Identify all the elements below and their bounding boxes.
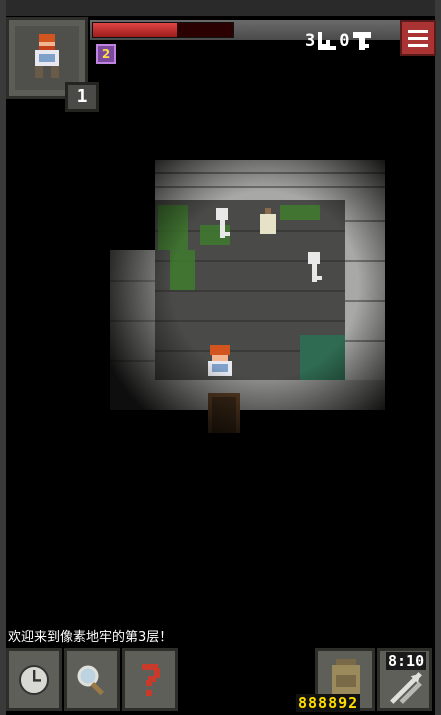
- top-frame: [0, 0, 441, 16]
- key-icon: [352, 32, 371, 50]
- hero-level-badge: 1: [65, 82, 99, 112]
- depth-value: 3: [305, 31, 316, 51]
- action-toolbar: [6, 648, 178, 711]
- dungeon-view[interactable]: [100, 150, 400, 450]
- depth-and-keys: 3 0: [305, 30, 371, 52]
- hp-bar-fill: [93, 23, 177, 37]
- left-frame: [0, 0, 6, 715]
- magnifier-icon: [77, 665, 104, 695]
- gold-counter: 888892: [296, 694, 361, 712]
- search-button[interactable]: [64, 648, 120, 711]
- wait-button[interactable]: [6, 648, 62, 711]
- stairs-icon: [318, 32, 337, 50]
- info-button[interactable]: [122, 648, 178, 711]
- hamburger-icon: [408, 29, 428, 33]
- buff-icon[interactable]: 2: [96, 44, 116, 64]
- keys-value: 0: [339, 31, 350, 51]
- hp-bar: [92, 22, 234, 38]
- quickslot-count: 8:10: [386, 652, 427, 670]
- question-icon: [142, 663, 160, 696]
- right-frame: [435, 0, 441, 715]
- hero-portrait: [15, 26, 79, 90]
- clock-icon: [19, 664, 49, 695]
- darts-icon: [390, 672, 422, 704]
- game-log-message: 欢迎来到像素地牢的第3层！: [8, 630, 173, 645]
- menu-button[interactable]: [400, 20, 436, 56]
- warrior-icon: [35, 34, 59, 78]
